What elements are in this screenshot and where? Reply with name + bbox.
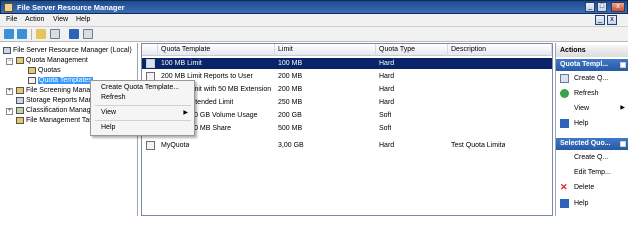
submenu-arrow-icon: ▶ [183, 110, 188, 116]
collapse-section-icon[interactable] [620, 141, 626, 147]
table-row[interactable]: 200 MB Limit with 50 MB Extension 200 MB… [142, 84, 552, 95]
help-icon[interactable] [69, 29, 79, 39]
help-icon [560, 119, 569, 128]
app-icon [4, 3, 13, 12]
column-quota-type[interactable]: Quota Type [376, 44, 448, 56]
back-arrow-icon[interactable] [4, 29, 14, 39]
quota-template-list: Quota Template Limit Quota Type Descript… [141, 43, 553, 216]
context-menu: Create Quota Template... Refresh View ▶ … [90, 80, 195, 136]
tree-node-classification[interactable]: Classification Manage [16, 106, 94, 116]
table-row[interactable]: 100 MB Limit 100 MB Hard [142, 58, 552, 69]
screening-icon [16, 86, 24, 94]
action-help-selected[interactable]: Help [560, 198, 628, 209]
menu-action[interactable]: Action [25, 16, 44, 23]
collapse-quota-management[interactable]: − [6, 58, 13, 65]
title-bar: File Server Resource Manager _ □ x [0, 0, 628, 14]
ctx-create-quota-template[interactable]: Create Quota Template... [101, 84, 179, 91]
action-view[interactable]: View ▶ [560, 103, 628, 114]
delete-icon: ✕ [560, 182, 568, 192]
action-delete[interactable]: ✕ Delete [560, 182, 628, 193]
menu-bar: File Action View Help _ x [0, 14, 628, 27]
expand-classification[interactable]: + [6, 108, 13, 115]
template-icon [146, 59, 155, 68]
tree-node-quota-management[interactable]: Quota Management [16, 56, 88, 66]
ctx-separator [95, 120, 191, 121]
help-icon [560, 199, 569, 208]
menu-view[interactable]: View [53, 16, 68, 23]
ctx-refresh[interactable]: Refresh [101, 94, 126, 101]
template-icon [146, 141, 155, 150]
ctx-view[interactable]: View [101, 109, 116, 116]
tree-node-storage-reports[interactable]: Storage Reports Mar [16, 96, 91, 106]
maximize-button[interactable]: □ [597, 2, 607, 12]
menu-help[interactable]: Help [76, 16, 90, 23]
file-management-icon [16, 116, 24, 124]
mdi-restore-button[interactable]: x [607, 15, 617, 25]
templates-icon [28, 76, 36, 84]
quota-folder-icon [16, 56, 24, 64]
expand-file-screening[interactable]: + [6, 88, 13, 95]
toolbar [0, 27, 628, 42]
tree-node-quota-templates[interactable]: Quota Templates [28, 76, 93, 86]
toolbar-separator [31, 29, 32, 40]
actions-title: Actions [556, 45, 628, 57]
create-template-icon [560, 74, 569, 83]
ctx-separator [95, 105, 191, 106]
table-row[interactable]: MyQuota 3,00 GB Hard Test Quota Limita [142, 140, 552, 151]
show-hide-action-pane-icon[interactable] [83, 29, 93, 39]
reports-icon [16, 96, 24, 104]
tree-node-quotas[interactable]: Quotas [28, 66, 61, 76]
submenu-arrow-icon: ▶ [620, 105, 625, 111]
actions-section-selected-quota[interactable]: Selected Quo... [556, 138, 628, 150]
list-header: Quota Template Limit Quota Type Descript… [142, 44, 552, 56]
collapse-section-icon[interactable] [620, 62, 626, 68]
table-row[interactable]: Monitor 200 GB Volume Usage 200 GB Soft [142, 110, 552, 121]
close-button[interactable]: x [611, 2, 625, 12]
column-limit[interactable]: Limit [275, 44, 376, 56]
refresh-icon [560, 89, 569, 98]
column-quota-template[interactable]: Quota Template [158, 44, 275, 56]
action-refresh[interactable]: Refresh [560, 88, 628, 99]
tree-node-root[interactable]: File Server Resource Manager (Local) [3, 46, 132, 56]
table-row[interactable]: 200 MB Limit Reports to User 200 MB Hard [142, 71, 552, 82]
column-description[interactable]: Description [448, 44, 552, 56]
action-create-quota-template[interactable]: Create Q... [560, 73, 628, 84]
column-icon-header[interactable] [142, 44, 158, 56]
table-row[interactable]: 250 MB Extended Limit 250 MB Hard [142, 97, 552, 108]
action-edit-template[interactable]: Edit Temp... [560, 167, 628, 178]
ctx-help[interactable]: Help [101, 124, 115, 131]
up-folder-icon[interactable] [36, 29, 46, 39]
action-help[interactable]: Help [560, 118, 628, 129]
tree-node-file-management[interactable]: File Management Tas [16, 116, 93, 126]
actions-pane: Actions Quota Templ... Create Q... Refre… [555, 43, 628, 216]
server-icon [3, 46, 11, 54]
window-title: File Server Resource Manager [17, 3, 125, 12]
actions-section-quota-templates[interactable]: Quota Templ... [556, 59, 628, 71]
mdi-minimize-button[interactable]: _ [595, 15, 605, 25]
menu-file[interactable]: File [6, 16, 17, 23]
classification-icon [16, 106, 24, 114]
tree-node-file-screening[interactable]: File Screening Manag [16, 86, 94, 96]
show-hide-tree-icon[interactable] [50, 29, 60, 39]
table-row[interactable]: Monitor 500 MB Share 500 MB Soft [142, 123, 552, 134]
action-create-quota[interactable]: Create Q... [560, 152, 628, 163]
quotas-icon [28, 66, 36, 74]
forward-arrow-icon[interactable] [17, 29, 27, 39]
minimize-button[interactable]: _ [585, 2, 595, 12]
